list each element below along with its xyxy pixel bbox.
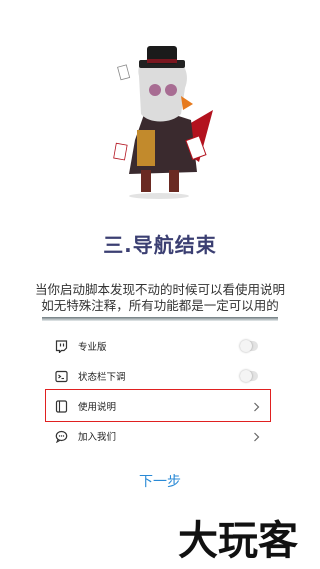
- description-line-2: 如无特殊注释，所有功能都是一定可以用的: [41, 298, 279, 313]
- highlight-box: [45, 389, 271, 422]
- settings-panel: 专业版 状态栏下调 使用说明 加入我们: [42, 321, 278, 453]
- svg-text:大玩客: 大玩客: [178, 518, 298, 564]
- settings-label: 专业版: [78, 342, 107, 353]
- settings-row-statusbar: 状态栏下调: [42, 361, 278, 391]
- settings-row-pro: 专业版: [42, 331, 278, 361]
- pro-toggle[interactable]: [240, 340, 258, 352]
- chevron-right-icon: [253, 427, 260, 446]
- watermark-logo: 大玩客: [178, 518, 298, 564]
- mascot-illustration: [113, 46, 213, 199]
- twitch-icon: [54, 339, 68, 353]
- settings-row-join[interactable]: 加入我们: [42, 421, 278, 451]
- settings-label: 加入我们: [78, 432, 117, 443]
- page-title: 三.导航结束: [103, 233, 217, 257]
- statusbar-toggle[interactable]: [240, 370, 258, 382]
- settings-label: 状态栏下调: [78, 372, 126, 383]
- chat-bubble-icon: [54, 429, 68, 443]
- terminal-icon: [54, 369, 68, 383]
- next-step-button[interactable]: 下一步: [0, 471, 320, 491]
